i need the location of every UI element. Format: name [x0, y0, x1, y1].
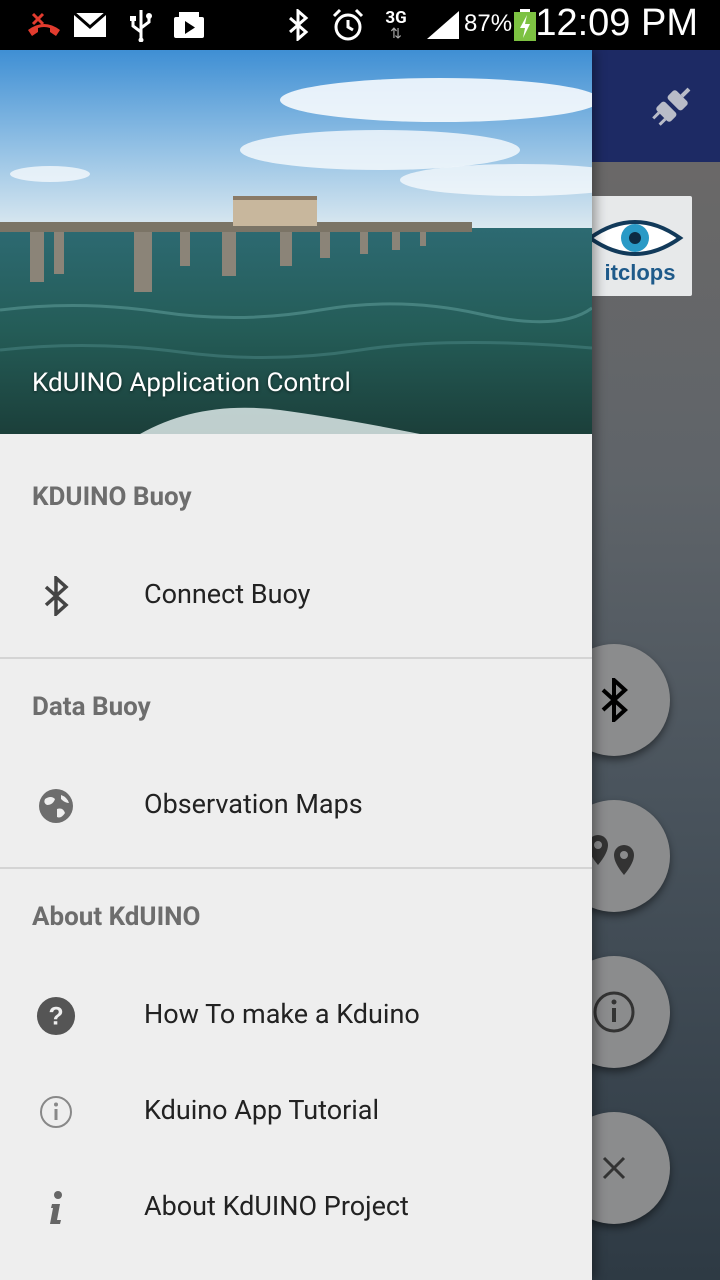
divider	[0, 867, 592, 869]
signal-icon	[424, 8, 462, 42]
menu-item-label: Kduino App Tutorial	[144, 1094, 380, 1126]
svg-text:?: ?	[48, 1004, 63, 1031]
status-bar: 3G ⇅ 87% 12:09 PM	[0, 0, 720, 50]
drawer-header-title: KdUINO Application Control	[32, 368, 351, 398]
menu-item-about-project[interactable]: About KdUINO Project	[0, 1160, 592, 1256]
bluetooth-icon	[36, 576, 76, 616]
network-type: 3G	[385, 8, 407, 28]
section-title-data-buoy: Data Buoy	[32, 692, 151, 722]
menu-item-connect-buoy[interactable]: Connect Buoy	[0, 548, 592, 644]
navigation-drawer: KdUINO Application Control KDUINO Buoy C…	[0, 50, 592, 1280]
menu-item-label: Observation Maps	[144, 788, 363, 820]
section-title-about-kduino: About KdUINO	[32, 902, 201, 932]
plug-icon[interactable]	[644, 78, 700, 134]
alarm-icon	[330, 8, 366, 42]
mail-icon	[72, 8, 108, 42]
menu-item-label: About KdUINO Project	[144, 1190, 409, 1222]
usb-icon	[126, 8, 156, 42]
info-circle-icon	[36, 1092, 76, 1132]
logo-text: itclops	[605, 260, 676, 285]
media-icon	[172, 8, 206, 42]
menu-item-label: How To make a Kduino	[144, 998, 420, 1030]
menu-item-label: Connect Buoy	[144, 578, 311, 610]
missed-call-icon	[24, 8, 64, 42]
battery-charging-icon	[512, 8, 538, 42]
clock: 12:09 PM	[535, 2, 698, 44]
globe-icon	[36, 786, 76, 826]
menu-item-app-tutorial[interactable]: Kduino App Tutorial	[0, 1064, 592, 1160]
battery-percentage: 87%	[464, 10, 513, 37]
section-title-kduino-buoy: KDUINO Buoy	[32, 482, 192, 512]
menu-item-how-to-make[interactable]: ? How To make a Kduino	[0, 968, 592, 1064]
bluetooth-status-icon	[284, 8, 312, 42]
divider	[0, 657, 592, 659]
drawer-header-image: KdUINO Application Control	[0, 50, 592, 434]
help-icon: ?	[36, 996, 76, 1036]
info-icon	[36, 1188, 76, 1228]
menu-item-observation-maps[interactable]: Observation Maps	[0, 758, 592, 854]
network-3g-icon: 3G ⇅	[385, 8, 407, 42]
